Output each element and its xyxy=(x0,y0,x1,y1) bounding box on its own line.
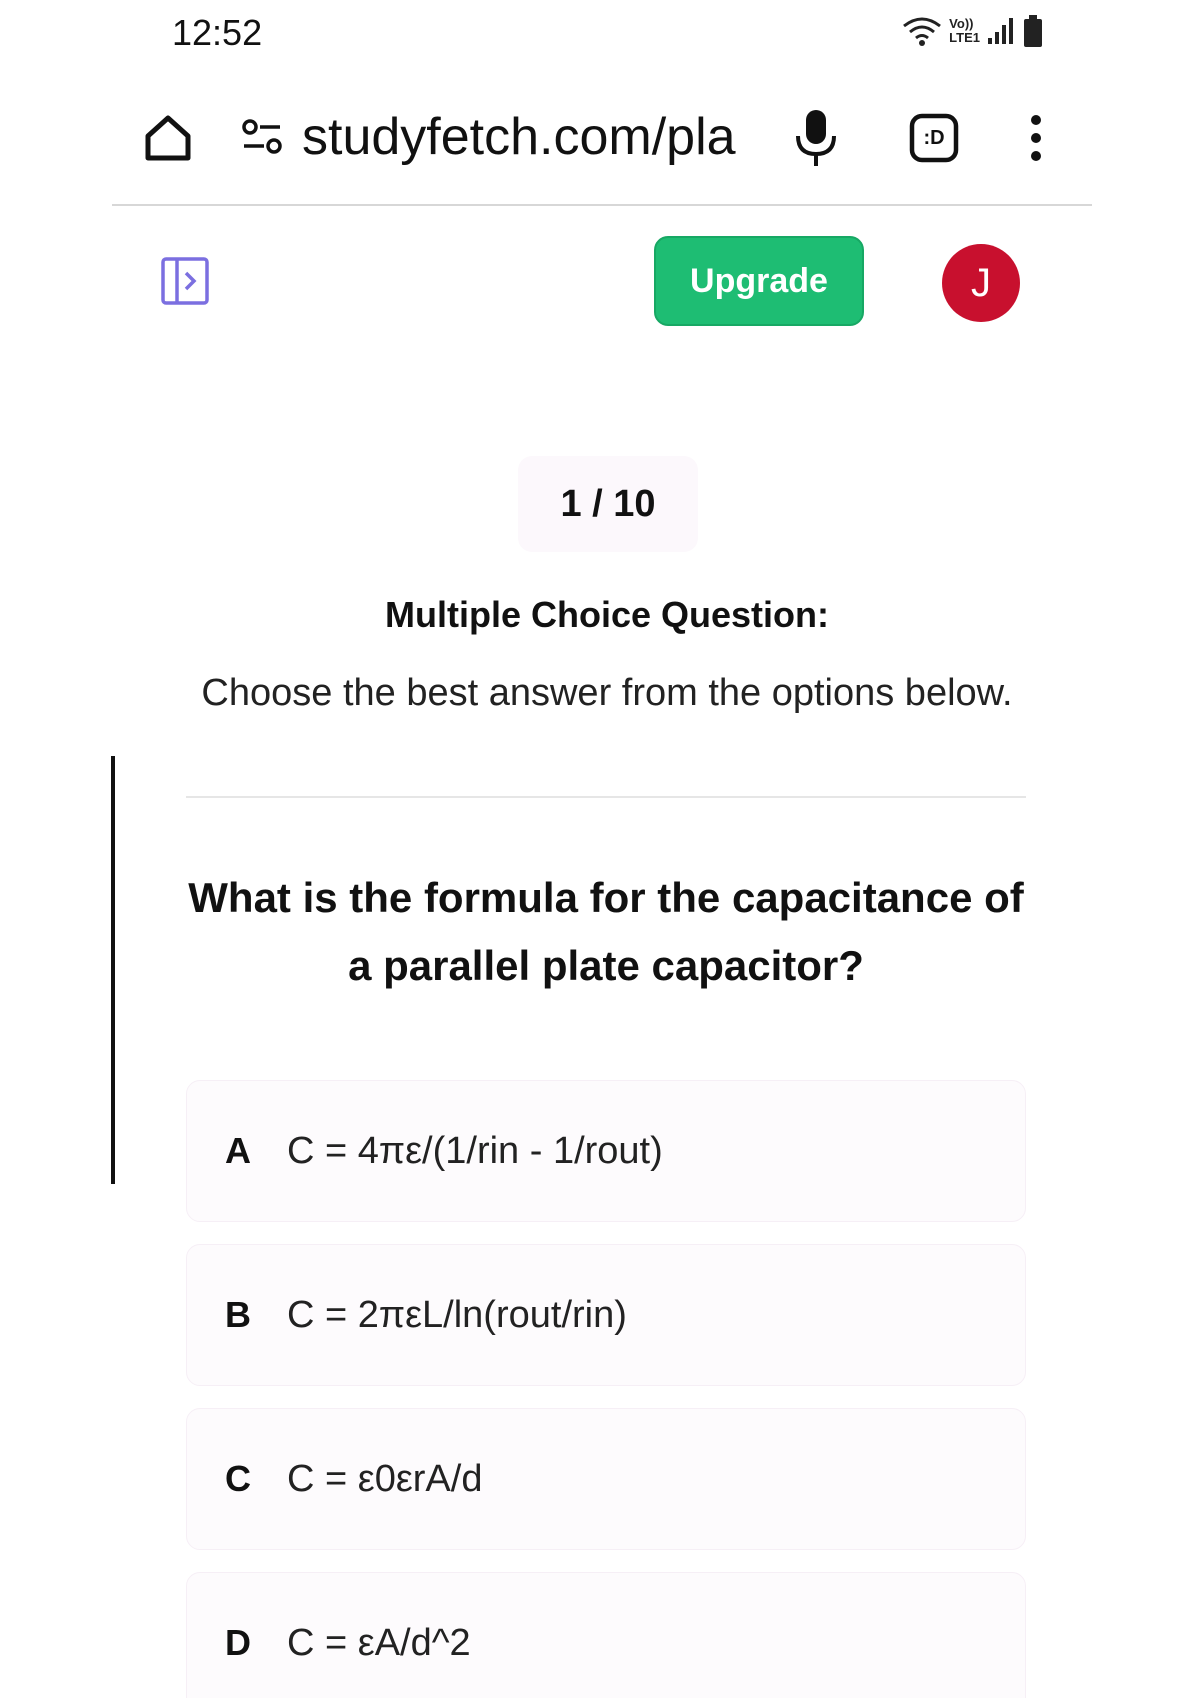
battery-icon xyxy=(1024,15,1042,47)
address-bar-divider xyxy=(112,204,1092,206)
status-bar: 12:52 Vo)) LTE1 xyxy=(0,0,1200,64)
user-avatar[interactable]: J xyxy=(942,244,1020,322)
option-text: C = 4πε/(1/rin - 1/rout) xyxy=(287,1130,663,1172)
question-text: What is the formula for the capacitance … xyxy=(188,874,1024,989)
home-button[interactable] xyxy=(142,112,194,164)
option-text: C = εA/d^2 xyxy=(287,1622,471,1664)
answer-option-c[interactable]: C C = ε0εrA/d xyxy=(186,1408,1026,1550)
answer-option-a[interactable]: A C = 4πε/(1/rin - 1/rout) xyxy=(186,1080,1026,1222)
site-info-icon xyxy=(242,119,282,154)
answer-option-b[interactable]: B C = 2πεL/ln(rout/rin) xyxy=(186,1244,1026,1386)
option-text: C = 2πεL/ln(rout/rin) xyxy=(287,1294,627,1336)
lte-label: LTE1 xyxy=(949,30,980,45)
tab-switcher-button[interactable]: :D xyxy=(908,112,960,164)
voice-search-button[interactable] xyxy=(788,108,844,170)
more-vert-icon xyxy=(1031,115,1041,161)
sidebar-expand-icon xyxy=(161,257,209,305)
option-letter: B xyxy=(225,1294,251,1335)
mic-icon xyxy=(796,110,836,166)
tabs-count-label: :D xyxy=(923,126,945,149)
sidebar-toggle-button[interactable] xyxy=(160,256,210,306)
status-icons: Vo)) LTE1 xyxy=(901,14,1044,48)
upgrade-button[interactable]: Upgrade xyxy=(654,236,864,326)
question-instruction: Choose the best answer from the options … xyxy=(201,672,1013,714)
browser-address-bar: studyfetch.com/pla :D xyxy=(112,96,1092,206)
option-letter: A xyxy=(225,1130,251,1171)
option-letter: C xyxy=(225,1458,251,1499)
wifi-icon xyxy=(903,17,942,46)
signal-icon xyxy=(988,18,1013,44)
status-time: 12:52 xyxy=(172,12,263,53)
more-options-button[interactable] xyxy=(1016,110,1056,166)
question-counter: 1 / 10 xyxy=(518,456,698,552)
option-text: C = ε0εrA/d xyxy=(287,1458,483,1500)
content-divider xyxy=(186,796,1026,798)
url-field[interactable]: studyfetch.com/pla xyxy=(302,104,852,170)
home-icon xyxy=(145,115,191,161)
scroll-indicator xyxy=(111,756,115,1184)
question-type-title: Multiple Choice Question: xyxy=(384,594,829,635)
network-type-label: Vo)) LTE1 xyxy=(949,17,980,45)
page: 12:52 Vo)) LTE1 studyfetch.com/pla:D Up… xyxy=(0,0,1200,1698)
volte-label: Vo)) xyxy=(949,16,974,31)
option-letter: D xyxy=(225,1622,251,1663)
site-info-button[interactable] xyxy=(240,118,284,158)
answer-option-d[interactable]: D C = εA/d^2 xyxy=(186,1572,1026,1698)
